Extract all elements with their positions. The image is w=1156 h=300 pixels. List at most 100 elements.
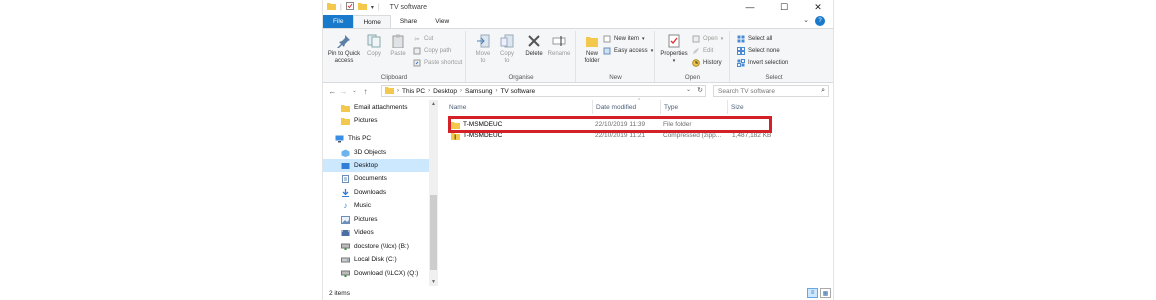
refresh-icon[interactable]: ↻	[697, 86, 703, 94]
forward-arrow-icon[interactable]: →	[338, 87, 349, 96]
edit-button[interactable]: Edit	[692, 47, 713, 55]
paste-shortcut-button[interactable]: Paste shortcut	[413, 59, 462, 67]
breadcrumb-tv-software[interactable]: TV software	[500, 88, 535, 95]
item-count: 2 items	[329, 289, 350, 297]
rename-icon	[551, 33, 567, 49]
nav-item-label: docstore (\\lcx) (B:)	[354, 243, 409, 250]
quick-access-toolbar: | ▾ | TV software	[323, 2, 427, 12]
pin-label: Pin to Quick access	[327, 51, 361, 64]
details-view-icon[interactable]: ≡	[807, 288, 818, 298]
dropdown-arrow-icon: ▾	[642, 36, 645, 42]
scrollbar-thumb[interactable]	[430, 195, 437, 270]
nav-item-this-pc[interactable]: This PC	[323, 132, 429, 145]
properties-button[interactable]: Properties ▾	[660, 33, 688, 65]
invert-selection-button[interactable]: Invert selection	[737, 59, 788, 67]
easy-access-button[interactable]: Easy access ▾	[603, 47, 653, 55]
new-group-label: New	[609, 74, 622, 81]
view-switcher: ≡ ▦	[807, 288, 831, 298]
nav-item-3d-objects[interactable]: 3D Objects	[323, 146, 429, 159]
column-header-name[interactable]: Name	[446, 100, 593, 114]
nav-item-local-disk[interactable]: Local Disk (C:)	[323, 253, 429, 266]
search-icon: ⌕	[821, 87, 825, 94]
organise-group: Move to Copy to Delete Rename Organise	[467, 31, 576, 82]
navigation-pane-scrollbar[interactable]: ▲ ▼	[429, 100, 438, 286]
copy-button[interactable]: Copy	[365, 33, 383, 58]
close-button[interactable]: ✕	[801, 0, 833, 14]
scroll-down-icon[interactable]: ▼	[429, 279, 438, 285]
nav-item-music[interactable]: ♪ Music	[323, 199, 429, 212]
open-group: Properties ▾ Open ▾ Edit History Open	[656, 31, 730, 82]
nav-item-label: Documents	[354, 175, 387, 182]
nav-item-email-attachments[interactable]: Email attachments	[323, 101, 429, 114]
nav-item-label: Desktop	[354, 162, 378, 169]
nav-item-label: Pictures	[354, 216, 378, 223]
tab-view[interactable]: View	[426, 15, 458, 28]
nav-item-pictures-quick[interactable]: Pictures	[323, 114, 429, 127]
up-arrow-icon[interactable]: ↑	[360, 87, 371, 96]
copy-to-label: Copy to	[499, 51, 514, 64]
tab-home[interactable]: Home	[353, 15, 391, 28]
edit-icon	[692, 47, 700, 55]
breadcrumb-desktop[interactable]: Desktop	[433, 88, 457, 95]
search-input[interactable]: Search TV software ⌕	[713, 85, 829, 97]
nav-item-label: 3D Objects	[354, 149, 387, 156]
copy-to-icon	[499, 33, 515, 49]
network-drive-icon	[341, 269, 350, 278]
copy-label: Copy	[366, 51, 381, 57]
downloads-icon	[341, 188, 350, 197]
collapse-ribbon-icon[interactable]: ⌄	[803, 16, 809, 24]
breadcrumb-samsung[interactable]: Samsung	[465, 88, 492, 95]
rename-button[interactable]: Rename	[547, 33, 571, 58]
folder-icon	[327, 2, 336, 12]
nav-item-download-drive[interactable]: Download (\\LCX) (Q:)	[323, 267, 429, 280]
dropdown-arrow-icon: ▾	[720, 36, 724, 42]
customize-toolbar-icon[interactable]: ▾	[371, 4, 374, 11]
scroll-up-icon[interactable]: ▲	[429, 101, 438, 107]
back-arrow-icon[interactable]: ←	[327, 87, 338, 96]
address-dropdown-icon[interactable]: ⌄	[686, 86, 691, 93]
help-icon[interactable]: ?	[815, 16, 825, 26]
paste-button[interactable]: Paste	[388, 33, 408, 58]
column-header-size[interactable]: Size	[728, 100, 778, 114]
breadcrumb-this-pc[interactable]: This PC	[402, 88, 425, 95]
clipboard-group: Pin to Quick access Copy Paste ✂ Cut Cop…	[323, 31, 466, 82]
cut-button[interactable]: ✂ Cut	[413, 35, 433, 43]
search-placeholder: Search TV software	[718, 87, 775, 95]
invert-selection-icon	[737, 59, 745, 67]
new-folder-button[interactable]: New folder	[581, 33, 603, 65]
history-button[interactable]: History	[692, 59, 722, 67]
new-item-button[interactable]: New item ▾	[603, 35, 645, 43]
select-none-button[interactable]: Select none	[737, 47, 780, 55]
open-button[interactable]: Open ▾	[692, 35, 723, 43]
tab-share[interactable]: Share	[391, 15, 426, 28]
large-icons-view-icon[interactable]: ▦	[820, 288, 831, 298]
new-group: New folder New item ▾ Easy access ▾ New	[577, 31, 655, 82]
nav-item-pictures[interactable]: Pictures	[323, 213, 429, 226]
copy-to-button[interactable]: Copy to	[497, 33, 517, 65]
column-header-type[interactable]: Type	[661, 100, 728, 114]
maximize-button[interactable]: ☐	[767, 0, 801, 14]
properties-icon[interactable]	[345, 2, 354, 12]
nav-item-label: Download (\\LCX) (Q:)	[354, 270, 419, 277]
copy-path-button[interactable]: Copy path	[413, 47, 451, 55]
delete-button[interactable]: Delete	[523, 33, 545, 58]
select-group: Select all Select none Invert selection …	[731, 31, 817, 82]
nav-item-videos[interactable]: Videos	[323, 226, 429, 239]
nav-item-documents[interactable]: Documents	[323, 172, 429, 185]
tab-file[interactable]: File	[323, 15, 354, 28]
move-to-button[interactable]: Move to	[473, 33, 493, 65]
paste-shortcut-icon	[413, 59, 421, 67]
minimize-button[interactable]: —	[733, 0, 767, 14]
recent-locations-icon[interactable]: ⌄	[349, 88, 360, 94]
address-bar[interactable]: › This PC › Desktop › Samsung › TV softw…	[381, 85, 706, 97]
nav-item-docstore[interactable]: docstore (\\lcx) (B:)	[323, 240, 429, 253]
nav-item-downloads[interactable]: Downloads	[323, 186, 429, 199]
new-folder-icon[interactable]	[357, 2, 367, 12]
column-header-date-modified[interactable]: Date modified	[593, 100, 661, 114]
documents-icon	[341, 174, 350, 183]
pin-quick-access-button[interactable]: Pin to Quick access	[326, 33, 362, 65]
copy-path-label: Copy path	[424, 48, 452, 54]
videos-icon	[341, 228, 350, 237]
select-all-button[interactable]: Select all	[737, 35, 772, 43]
nav-item-desktop[interactable]: Desktop	[323, 159, 429, 172]
